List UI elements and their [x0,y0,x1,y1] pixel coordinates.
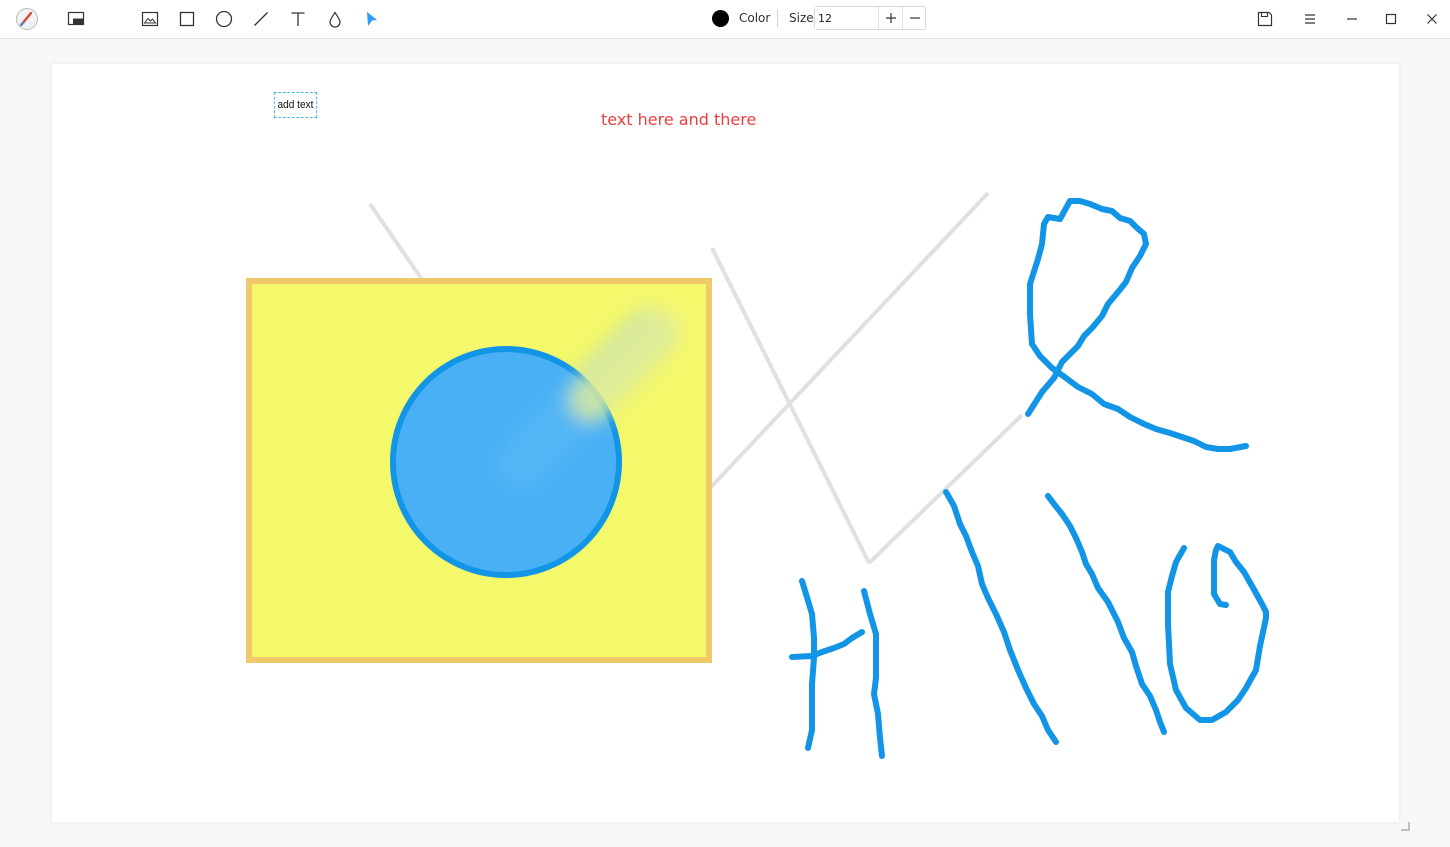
maximize-button[interactable] [1377,5,1405,33]
size-spinbox [814,6,926,30]
drawing-canvas[interactable]: add text text here and there [52,64,1399,822]
pen-stroke-h-bar[interactable] [789,629,865,660]
add-text-box[interactable]: add text [273,92,318,118]
menu-button[interactable] [1296,5,1324,33]
toolbar: Color Size [0,0,1450,39]
close-icon [1427,14,1437,24]
pen-stroke-h-right[interactable] [861,588,885,759]
save-icon [1257,11,1273,27]
color-swatch[interactable] [712,10,729,27]
maximize-icon [1385,13,1397,25]
toolbar-separator [777,9,778,27]
crop-icon[interactable] [62,5,90,33]
text-icon[interactable] [284,5,312,33]
size-input[interactable] [815,7,877,29]
color-label: Color [739,11,771,25]
selection-arrow-icon[interactable] [358,5,386,33]
save-button[interactable] [1251,5,1279,33]
pen-stroke-2[interactable] [1045,493,1167,735]
minus-icon [910,17,920,19]
app-logo-icon [13,5,41,33]
plus-icon [886,13,896,23]
rectangle-icon[interactable] [173,5,201,33]
pen-strokes [789,198,1269,759]
canvas-drawing [246,191,1269,759]
close-button[interactable] [1418,5,1446,33]
minimize-button[interactable] [1338,5,1366,33]
blur-drop-icon[interactable] [321,5,349,33]
gray-line-4[interactable] [867,413,1024,565]
pen-stroke-1[interactable] [943,489,1059,745]
line-icon[interactable] [247,5,275,33]
pen-stroke-r[interactable] [1025,198,1249,452]
resize-grip-icon[interactable] [1400,821,1410,831]
size-increase-button[interactable] [878,7,903,29]
pen-stroke-o[interactable] [1165,543,1269,723]
size-decrease-button[interactable] [902,7,927,29]
gray-line-3[interactable] [709,191,990,489]
image-icon[interactable] [136,5,164,33]
minimize-icon [1347,18,1357,20]
size-label: Size [789,11,814,25]
hamburger-menu-icon [1305,14,1315,24]
pen-stroke-h-left[interactable] [799,578,817,751]
ellipse-icon[interactable] [210,5,238,33]
red-text-annotation[interactable]: text here and there [601,110,756,129]
gray-line-1[interactable] [368,202,425,283]
